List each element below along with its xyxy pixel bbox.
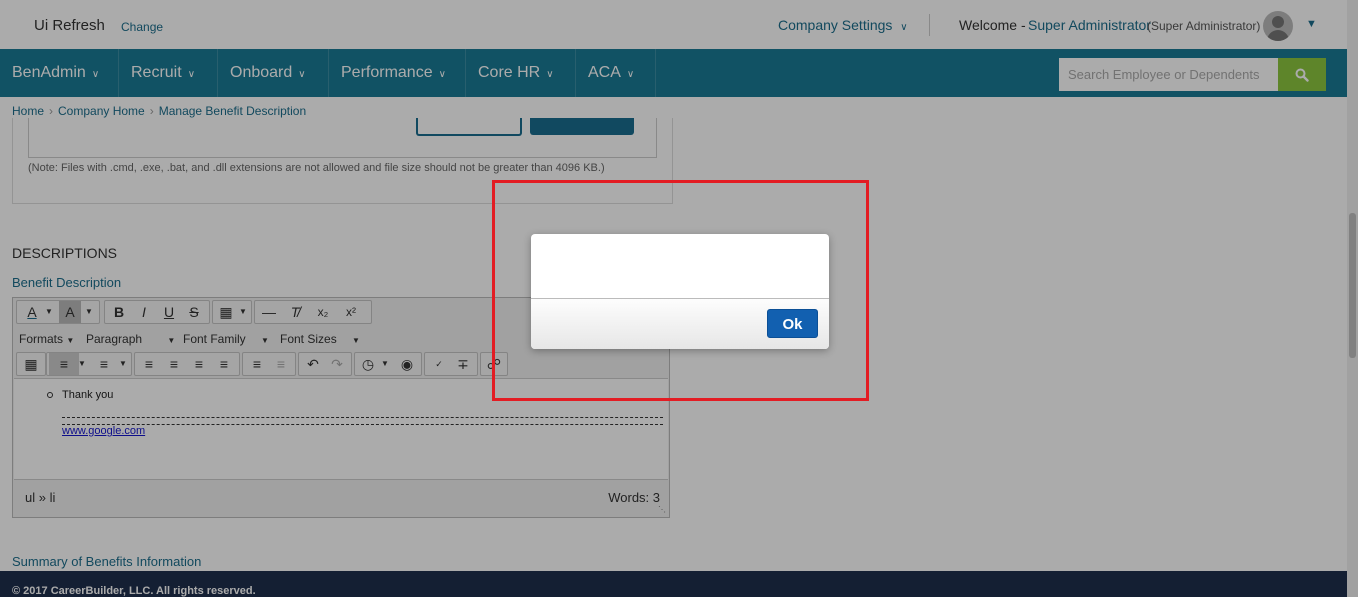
highlight-annotation (492, 180, 869, 401)
